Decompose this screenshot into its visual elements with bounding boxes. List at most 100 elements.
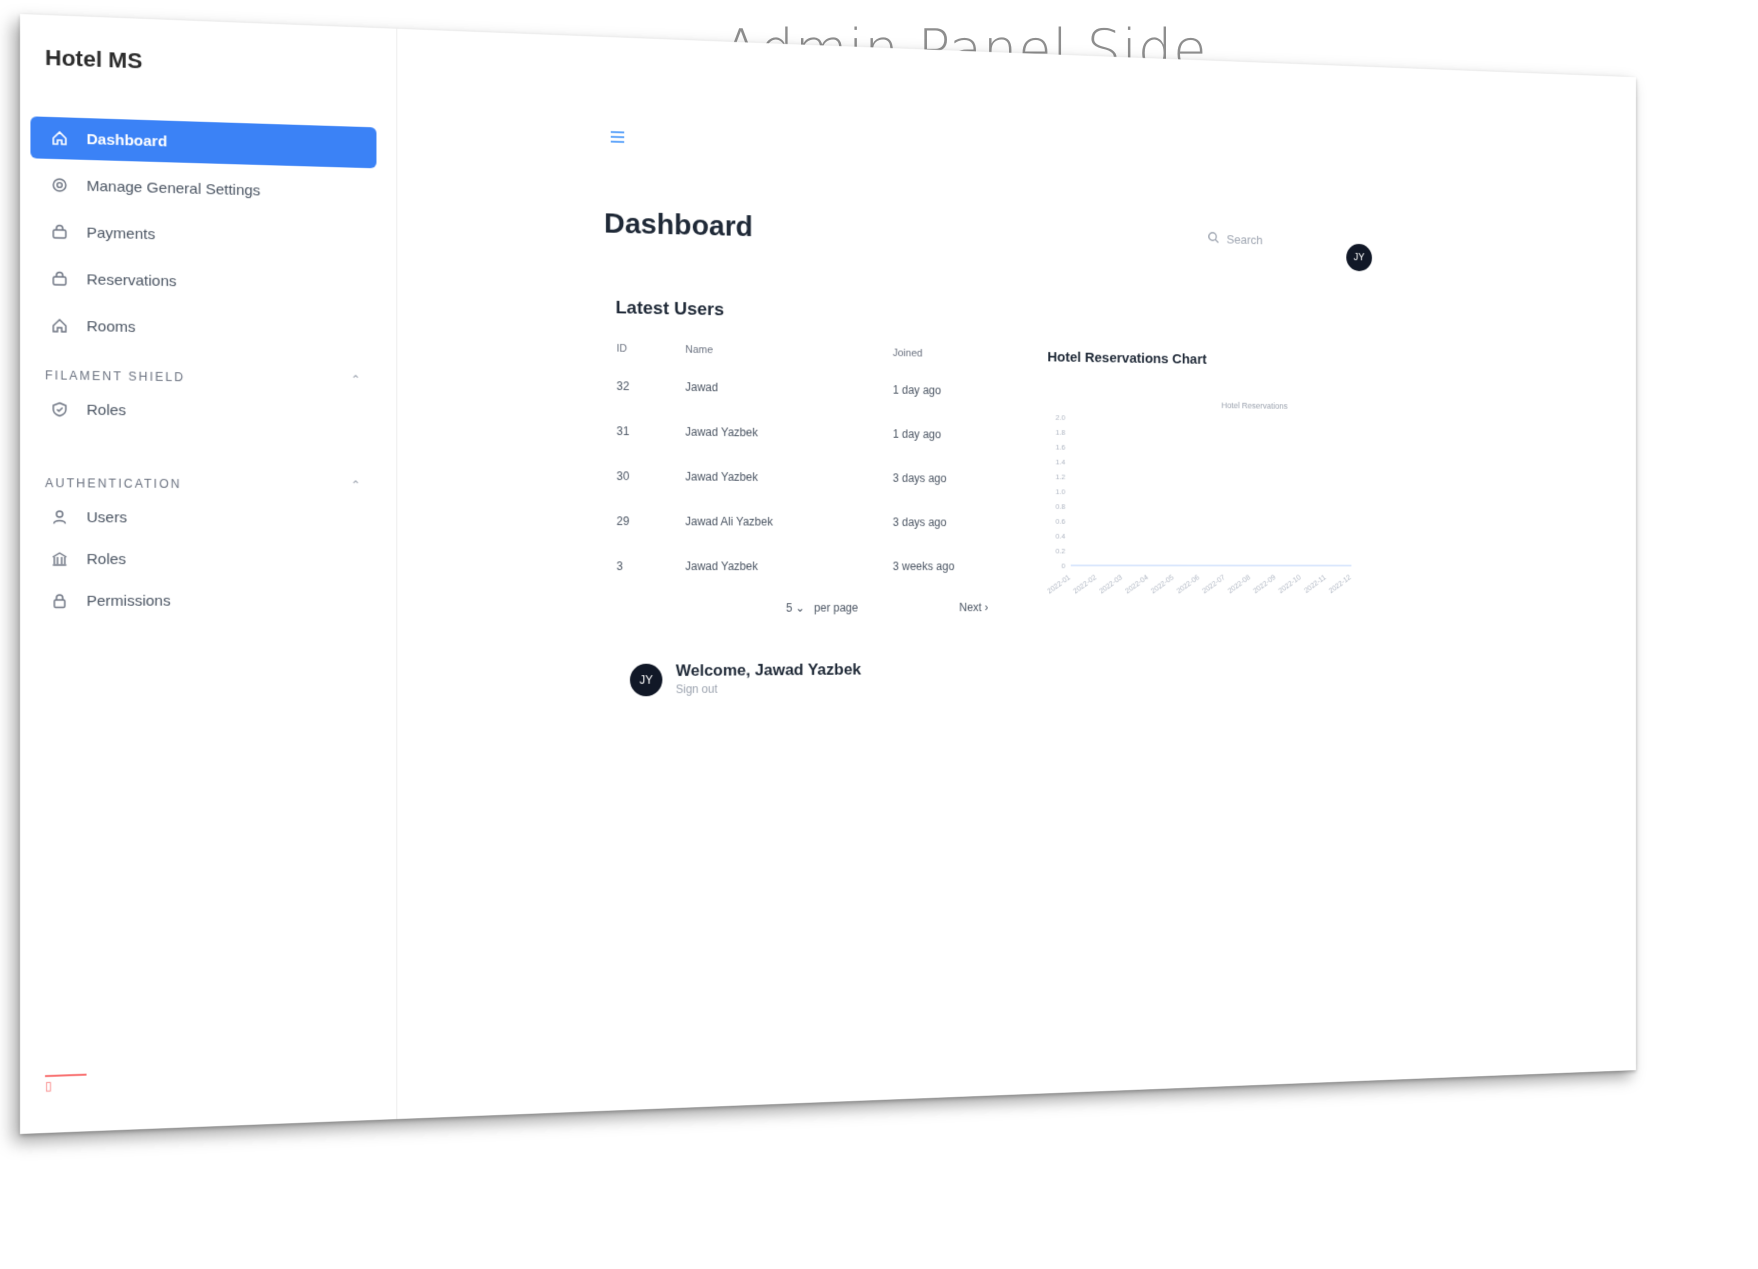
x-tick-label: 2022-05 xyxy=(1149,573,1175,596)
users-table: ID Name Joined 32 Jawad 1 day ago 31 Jaw… xyxy=(616,334,1007,588)
page-title: Dashboard xyxy=(604,207,753,243)
sidebar-item-permissions[interactable]: Permissions xyxy=(45,580,370,622)
group-title[interactable]: FILAMENT SHIELD ⌃ xyxy=(45,362,370,392)
chevron-up-icon[interactable]: ⌃ xyxy=(351,367,363,393)
cell-joined: 1 day ago xyxy=(892,382,942,397)
x-tick-label: 2022-10 xyxy=(1277,573,1303,595)
y-tick-label: 2.0 xyxy=(1055,413,1066,422)
latest-users-card: Latest Users ID Name Joined 32 Jawad 1 d… xyxy=(616,298,1034,615)
table-row[interactable]: 30 Jawad Yazbek 3 days ago xyxy=(616,453,1007,500)
sidebar-item-label: Dashboard xyxy=(86,130,168,150)
y-tick-label: 0.2 xyxy=(1055,547,1065,555)
user-icon xyxy=(49,507,70,527)
table-row[interactable]: 32 Jawad 1 day ago xyxy=(616,363,1007,413)
per-page-label: per page xyxy=(814,601,859,615)
sidebar-nav: Dashboard Manage General Settings Paymen… xyxy=(30,116,377,356)
cell-joined: 3 weeks ago xyxy=(892,559,955,573)
app-window: Hotel MS Dashboard Manage General Settin… xyxy=(20,14,1636,1134)
cell-id: 31 xyxy=(616,423,630,438)
nav-group-filament-shield: FILAMENT SHIELD ⌃ Roles xyxy=(45,362,370,433)
cell-name: Jawad Yazbek xyxy=(685,559,758,573)
main-content: Dashboard Search JY Latest Users ID Name… xyxy=(396,29,1636,1119)
cell-name: Jawad xyxy=(685,379,719,394)
lock-icon xyxy=(49,591,70,611)
cell-name: Jawad Ali Yazbek xyxy=(685,514,773,528)
nav-group-authentication: AUTHENTICATION ⌃ Users Roles Permissions xyxy=(45,470,370,622)
x-tick-label: 2022-08 xyxy=(1226,573,1252,595)
cell-id: 32 xyxy=(616,378,630,393)
y-tick-label: 1.2 xyxy=(1055,473,1065,481)
sidebar-item-label: Reservations xyxy=(86,270,177,290)
cell-id: 3 xyxy=(616,559,623,573)
column-header-joined[interactable]: Joined xyxy=(892,339,1007,369)
table-row[interactable]: 29 Jawad Ali Yazbek 3 days ago xyxy=(616,498,1007,544)
per-page-select[interactable]: 5 ⌄ xyxy=(786,601,805,614)
chevron-up-icon[interactable]: ⌃ xyxy=(351,472,363,497)
shield-icon xyxy=(49,399,70,419)
sidebar-item-rooms[interactable]: Rooms xyxy=(30,304,376,351)
sidebar-item-label: Payments xyxy=(86,224,156,243)
x-tick-label: 2022-02 xyxy=(1072,573,1098,595)
y-tick-label: 0.4 xyxy=(1055,532,1066,540)
cell-joined: 3 days ago xyxy=(892,515,947,529)
brand-logo[interactable]: Hotel MS xyxy=(45,45,142,74)
cell-id: 30 xyxy=(616,468,630,483)
y-tick-label: 0.8 xyxy=(1055,502,1066,510)
x-tick-label: 2022-11 xyxy=(1303,573,1328,595)
x-tick-label: 2022-06 xyxy=(1175,573,1201,596)
table-row[interactable]: 31 Jawad Yazbek 1 day ago xyxy=(616,408,1007,456)
x-tick-label: 2022-07 xyxy=(1201,573,1227,595)
y-tick-label: 0 xyxy=(1061,562,1066,570)
sign-out-link[interactable]: Sign out xyxy=(676,682,718,696)
y-tick-label: 1.0 xyxy=(1055,487,1066,495)
sidebar-item-users[interactable]: Users xyxy=(45,496,370,539)
bag-icon xyxy=(49,269,70,289)
reservations-chart: Hotel Reservations 0 0.2 0.4 0.6 0.8 1.0 1.2 1.4… xyxy=(1046,401,1363,596)
x-tick-label: 2022-03 xyxy=(1098,573,1124,596)
sidebar-item-dashboard[interactable]: Dashboard xyxy=(30,116,377,169)
x-tick-label: 2022-04 xyxy=(1124,573,1150,596)
chevron-right-icon: › xyxy=(984,600,989,614)
column-header-name[interactable]: Name xyxy=(684,336,892,368)
cell-name: Jawad Yazbek xyxy=(685,469,758,484)
reservations-chart-card: Hotel Reservations Chart Hotel Reservati… xyxy=(1046,349,1363,627)
next-button[interactable]: Next › xyxy=(959,601,988,614)
sidebar-item-label: Roles xyxy=(86,550,127,568)
y-tick-label: 1.8 xyxy=(1055,428,1066,437)
search-icon xyxy=(1207,231,1219,247)
cell-id: 29 xyxy=(616,513,630,528)
sidebar-item-reservations[interactable]: Reservations xyxy=(30,257,376,306)
cell-joined: 1 day ago xyxy=(892,426,942,441)
table-row[interactable]: 3 Jawad Yazbek 3 weeks ago xyxy=(616,543,1007,588)
sidebar-item-shield-roles[interactable]: Roles xyxy=(45,388,370,433)
sidebar-item-label: Rooms xyxy=(86,317,136,336)
settings-icon xyxy=(49,175,70,196)
search-placeholder: Search xyxy=(1226,232,1263,247)
y-tick-label: 0.6 xyxy=(1055,517,1066,525)
column-header-id[interactable]: ID xyxy=(616,334,685,364)
sidebar-item-payments[interactable]: Payments xyxy=(30,210,376,260)
chart-legend-label[interactable]: Hotel Reservations xyxy=(1221,401,1288,411)
group-title[interactable]: AUTHENTICATION ⌃ xyxy=(45,470,370,498)
home-icon xyxy=(49,316,70,336)
bag-icon xyxy=(49,222,70,242)
chevron-down-icon: ⌄ xyxy=(795,601,805,615)
avatar: JY xyxy=(629,663,663,697)
sidebar-item-settings[interactable]: Manage General Settings xyxy=(30,163,376,214)
chart-title: Hotel Reservations Chart xyxy=(1047,349,1207,368)
sidebar-item-auth-roles[interactable]: Roles xyxy=(45,538,370,580)
building-icon xyxy=(49,549,70,569)
welcome-text: Welcome, Jawad Yazbek xyxy=(675,660,862,680)
search-input[interactable]: Search xyxy=(1207,231,1263,248)
x-tick-label: 2022-01 xyxy=(1047,573,1072,596)
cell-name: Jawad Yazbek xyxy=(685,424,758,439)
home-icon xyxy=(49,128,70,149)
pagination: 5 ⌄ per page Next › xyxy=(616,601,1034,615)
x-tick-label: 2022-12 xyxy=(1327,573,1352,595)
x-tick-label: 2022-09 xyxy=(1252,573,1278,595)
menu-icon[interactable] xyxy=(609,129,628,149)
card-title: Latest Users xyxy=(615,297,725,321)
y-tick-label: 1.4 xyxy=(1055,458,1066,467)
avatar[interactable]: JY xyxy=(1346,243,1372,272)
y-tick-label: 1.6 xyxy=(1055,443,1066,452)
